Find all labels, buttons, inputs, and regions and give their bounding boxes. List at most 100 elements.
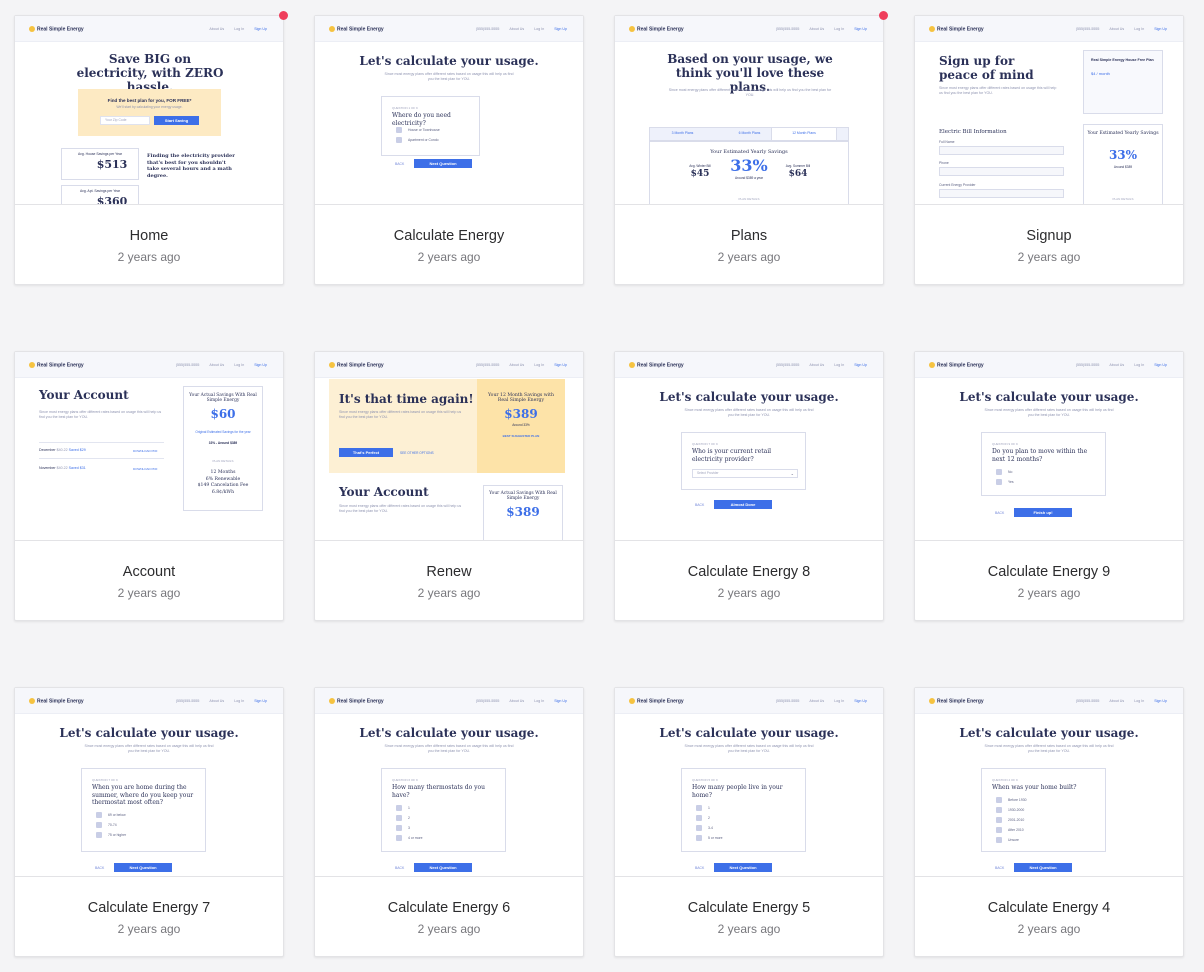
screen-title: Calculate Energy 7 [87,900,211,916]
thumbnail-detail: Real Simple Energy [937,362,984,369]
thumbnail-detail: Sign Up [854,699,867,703]
thumbnail-detail: Sign Up [554,699,567,703]
screen-card-calculate-energy[interactable]: Real Simple Energy (555)555-5555 About Us… [314,15,584,285]
screen-card-calculate-energy-6[interactable]: Real Simple Energy (555)555-5555 About Us… [314,687,584,957]
thumbnail-detail: (555)555-5555 About Us Log In Sign Up [466,699,567,703]
screen-card-calculate-energy-5[interactable]: Real Simple Energy (555)555-5555 About Us… [614,687,884,957]
thumbnail-detail: $60 [210,407,236,421]
thumbnail-detail: Since most energy plans offer different … [39,410,162,419]
thumbnail-detail: Since most energy plans offer different … [984,408,1114,417]
thumbnail-detail: Around $389 a year [735,176,763,180]
screen-thumbnail: Real Simple Energy (555)555-5555 About Us… [915,16,1183,205]
thumbnail-detail: November $40.22 Saved $31 [39,466,86,470]
thumbnail-detail: Find the best plan for you, FOR FREE* [107,98,192,103]
thumbnail-detail: Sign Up [254,363,267,367]
thumbnail-detail: Sign up for peace of mind [939,54,1034,82]
thumbnail-detail [996,797,1002,803]
screen-card-signup[interactable]: Real Simple Energy (555)555-5555 About Us… [914,15,1184,285]
thumbnail-detail: 3-4 [708,825,713,830]
thumbnail-detail: QUESTION 7 OF 9 [92,778,118,782]
thumbnail-detail [396,805,402,811]
thumbnail-detail: 2 [696,815,710,821]
thumbnail-detail: Real Simple Energy [929,26,984,32]
thumbnail-detail: Yes [996,479,1014,485]
screen-card-calculate-energy-8[interactable]: Real Simple Energy (555)555-5555 About Us… [614,351,884,621]
thumbnail-detail: Sign Up [1154,27,1167,31]
thumbnail-detail: Since most energy plans offer different … [339,504,462,513]
screen-card-plans[interactable]: Real Simple Energy (555)555-5555 About Us… [614,11,888,285]
thumbnail-detail: Log In [1134,699,1145,703]
thumbnail-detail: Unsure [996,837,1019,843]
thumbnail-detail: Real Simple Energy (555)555-5555 About Us… [915,352,1183,378]
thumbnail-detail [396,137,402,143]
screen-title: Calculate Energy 5 [687,900,811,916]
thumbnail-detail: Apartment or Condo [408,137,439,142]
thumbnail-detail: Next Question [714,863,772,872]
thumbnail-detail: About Us [209,363,225,367]
thumbnail-detail [939,167,1064,176]
thumbnail-detail: Original Estimated Savings for the year [195,430,251,434]
thumbnail-detail: Real Simple Energy [37,698,84,705]
thumbnail-detail [629,698,635,704]
thumbnail-detail: BEST SUGGESTED PLAN [502,434,540,438]
screen-date: 2 years ago [117,922,181,936]
thumbnail-detail: That's Perfect [339,448,393,457]
thumbnail-detail: About Us [509,27,525,31]
thumbnail-detail: QUESTION 6 OF 9 [392,778,418,782]
thumbnail-detail: 4 or more [408,835,423,840]
thumbnail-detail: $513 [96,158,128,171]
thumbnail-detail: (555)555-5555 About Us Log In Sign Up [766,363,867,367]
thumbnail-detail: Avg. Summer Bill [785,164,811,168]
thumbnail-detail: About Us [1109,699,1125,703]
thumbnail-detail: Your Actual Savings With Real Simple Ene… [189,393,257,403]
thumbnail-detail: Log In [534,699,545,703]
thumbnail-detail: Your Estimated Yearly Savings [710,149,788,155]
screen-card-account[interactable]: Real Simple Energy (555)555-5555 About Us… [14,351,284,621]
thumbnail-detail: Real Simple Energy (555)555-5555 About Us… [315,352,583,378]
thumbnail-detail: QUESTION 6 OF 9 How many thermostats do … [381,768,506,852]
thumbnail-detail: December $40.22 Saved $29 [39,448,86,452]
screen-card-calculate-energy-7[interactable]: Real Simple Energy (555)555-5555 About Us… [14,687,284,957]
thumbnail-detail: 1 [708,805,710,810]
screen-date: 2 years ago [717,250,781,264]
thumbnail-detail: Since most energy plans offer different … [939,86,1057,95]
thumbnail-detail: Let's calculate your usage. [659,726,839,740]
screen-card-home[interactable]: Real Simple Energy About Us Log In Sign Up… [14,11,288,285]
thumbnail-detail: Sign Up [854,363,867,367]
thumbnail-detail: Real Simple Energy (555)555-5555 About Us… [15,352,283,378]
thumbnail-detail: Log In [534,27,545,31]
thumbnail-detail: No [1008,469,1013,474]
screen-thumbnail: Real Simple Energy (555)555-5555 About Us… [615,16,883,205]
thumbnail-detail: QUESTION 5 OF 9 [692,778,718,782]
thumbnail-detail: No [996,469,1012,475]
screen-card-renew[interactable]: Real Simple Energy (555)555-5555 About Us… [314,351,584,621]
thumbnail-detail: 6.8¢/kWh [211,489,235,495]
thumbnail-detail: (555)555-5555 About Us Log In Sign Up [1066,363,1167,367]
screen-title: Calculate Energy 8 [687,564,811,580]
thumbnail-detail: Real Simple Energy [637,698,684,705]
thumbnail-detail: (555)555-5555 [475,363,500,367]
screen-title: Calculate Energy 9 [987,564,1111,580]
thumbnail-detail: Real Simple Energy [29,26,84,32]
thumbnail-detail: $389 [506,505,540,519]
thumbnail-detail: Saved $29 [68,448,86,452]
thumbnail-detail: Real Simple Energy [29,698,84,704]
thumbnail-detail: Real Simple Energy (555)555-5555 About Us… [915,688,1183,714]
thumbnail-detail: Next Question [414,863,472,872]
screen-card-calculate-energy-9[interactable]: Real Simple Energy (555)555-5555 About Us… [914,351,1184,621]
screen-card-calculate-energy-4[interactable]: Real Simple Energy (555)555-5555 About Us… [914,687,1184,957]
screen-title: Signup [1026,228,1072,244]
screen-thumbnail: Real Simple Energy (555)555-5555 About Us… [315,688,583,877]
screen-title: Calculate Energy 6 [387,900,511,916]
mock-nav: Real Simple Energy About Us Log In Sign Up [15,16,283,42]
thumbnail-detail: About Us [1109,27,1125,31]
thumbnail-detail: About Us [809,363,825,367]
thumbnail-detail: How many thermostats do you have? [392,784,486,799]
thumbnail-detail: 2 [708,815,710,820]
thumbnail-detail: Real Simple Energy [329,698,384,704]
thumbnail-detail: QUESTION 1 OF 9 [392,106,418,110]
thumbnail-detail [939,189,1064,198]
thumbnail-detail: Let's calculate your usage. [359,726,539,740]
thumbnail-detail: Sign Up [1154,699,1167,703]
thumbnail-detail: BACK [95,866,105,870]
